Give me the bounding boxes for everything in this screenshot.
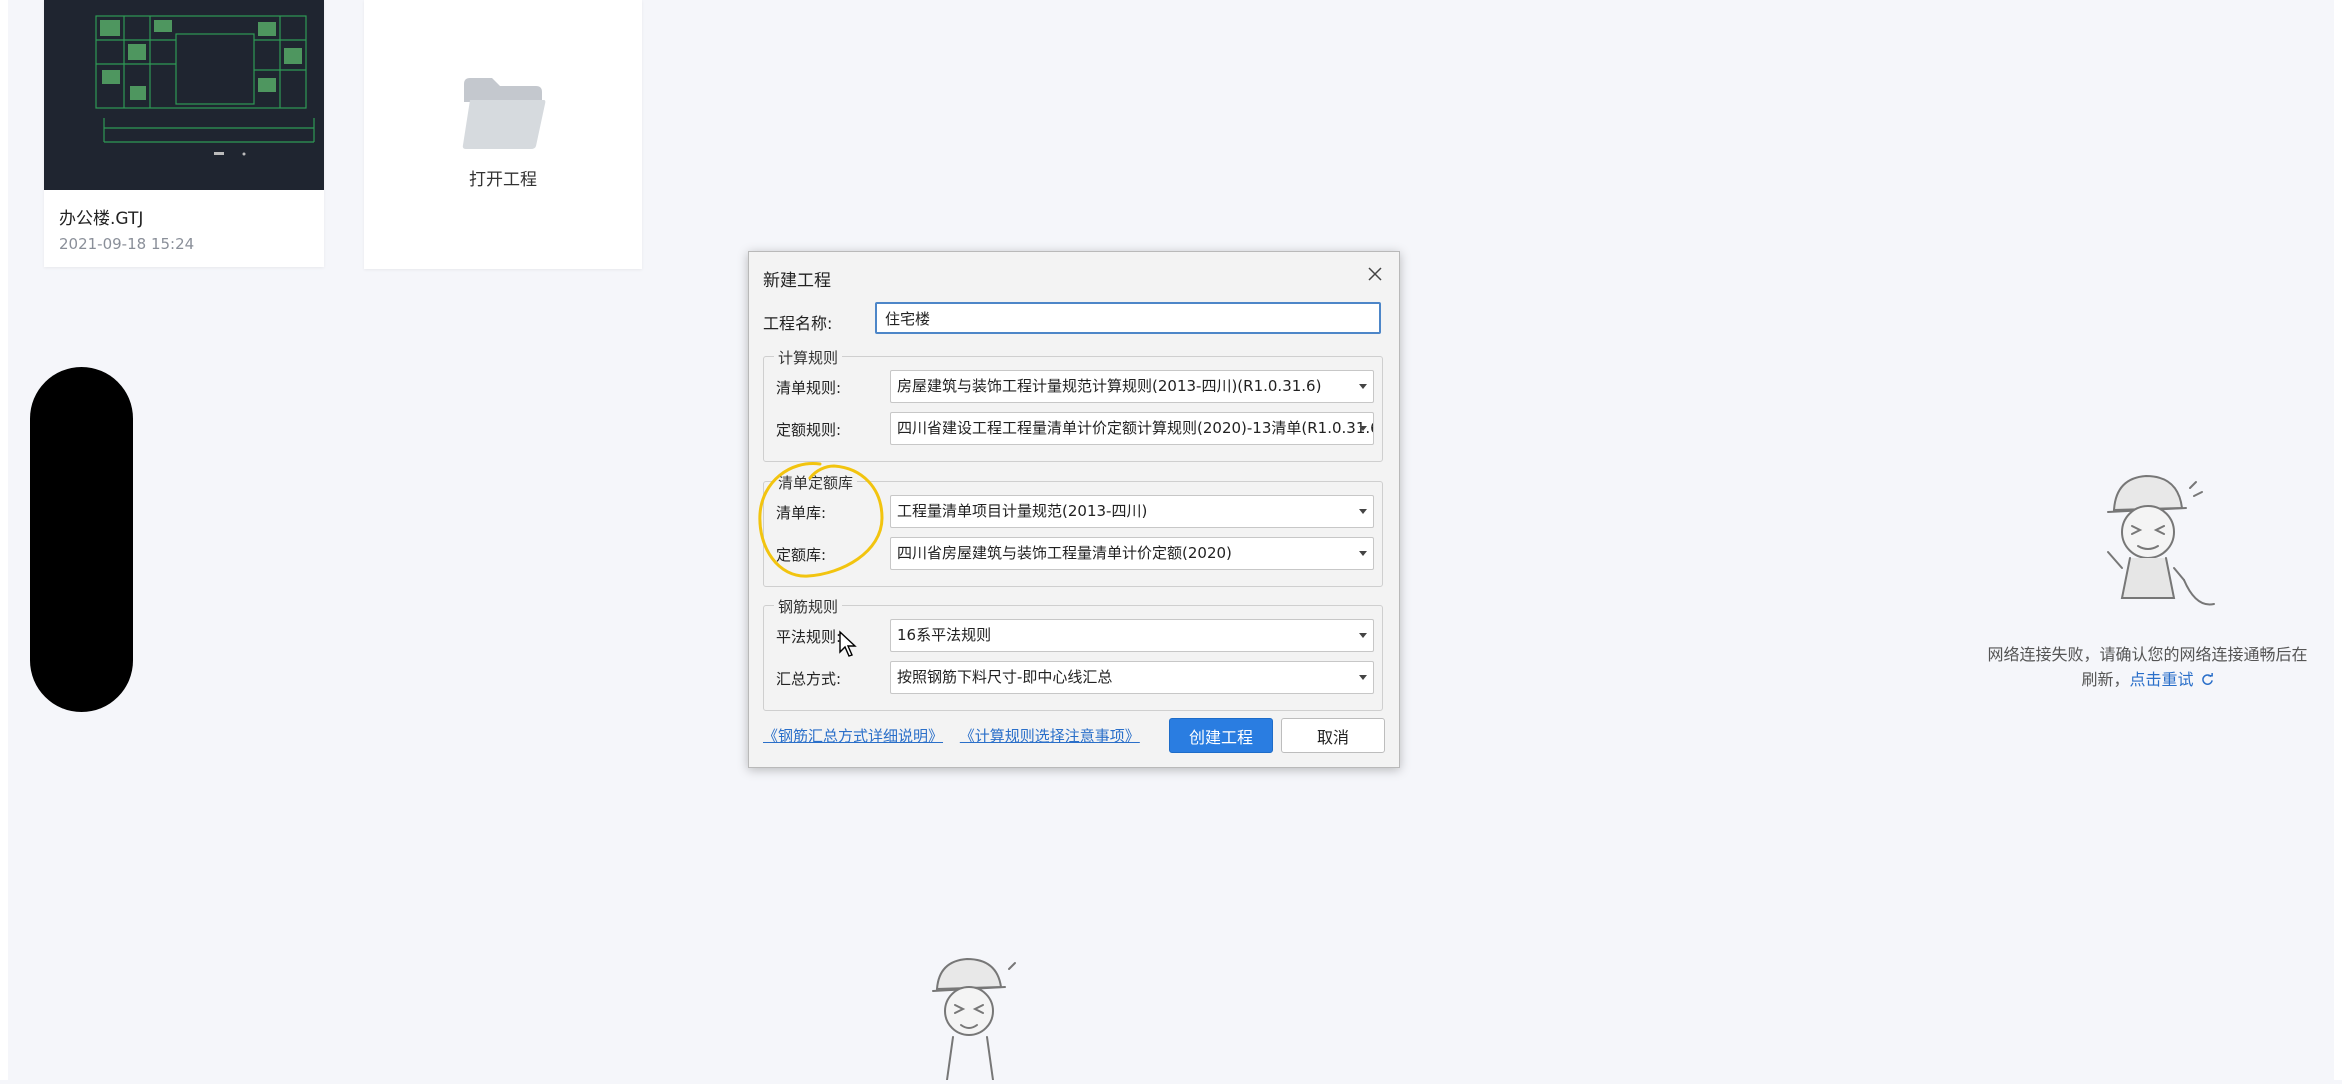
left-edge <box>0 0 8 1080</box>
bill-rule-label: 清单规则: <box>776 379 842 397</box>
refresh-icon <box>2201 673 2213 685</box>
open-project-card[interactable]: 打开工程 <box>364 0 642 269</box>
calc-rules-group: 计算规则 清单规则: 房屋建筑与装饰工程计量规范计算规则(2013-四川)(R1… <box>763 347 1383 462</box>
network-error-message: 网络连接失败，请确认您的网络连接通畅后在 刷新，点击重试 <box>1960 642 2335 692</box>
project-thumbnail <box>44 0 324 190</box>
retry-link[interactable]: 点击重试 <box>2129 670 2213 689</box>
retry-label: 点击重试 <box>2129 670 2194 689</box>
calc-rules-legend: 计算规则 <box>774 347 843 368</box>
bill-rule-value: 房屋建筑与装饰工程计量规范计算规则(2013-四川)(R1.0.31.6) <box>897 377 1322 395</box>
project-name: 办公楼.GTJ <box>59 209 144 229</box>
quota-library-value: 四川省房屋建筑与装饰工程量清单计价定额(2020) <box>897 544 1232 562</box>
open-project-label: 打开工程 <box>469 170 537 190</box>
project-name-input[interactable] <box>875 302 1381 334</box>
annotation-circle <box>750 452 890 596</box>
redacted-overlay <box>30 367 133 712</box>
calc-rule-notes-link[interactable]: 《计算规则选择注意事项》 <box>960 727 1140 745</box>
close-icon[interactable] <box>1361 260 1389 288</box>
help-links: 《钢筋汇总方式详细说明》 《计算规则选择注意事项》 <box>763 725 1152 746</box>
mouse-cursor-icon <box>838 630 858 662</box>
chevron-down-icon <box>1359 426 1367 431</box>
network-error-line1: 网络连接失败，请确认您的网络连接通畅后在 <box>1987 645 2308 664</box>
chevron-down-icon <box>1359 384 1367 389</box>
right-edge <box>2334 0 2342 1080</box>
bill-rule-select[interactable]: 房屋建筑与装饰工程计量规范计算规则(2013-四川)(R1.0.31.6) <box>890 370 1374 403</box>
cancel-button[interactable]: 取消 <box>1281 718 1385 753</box>
pingfa-rule-value: 16系平法规则 <box>897 626 992 644</box>
network-error-line2: 刷新，点击重试 <box>1960 667 2335 692</box>
rebar-rules-legend: 钢筋规则 <box>774 596 843 617</box>
rebar-summary-help-link[interactable]: 《钢筋汇总方式详细说明》 <box>763 727 943 745</box>
chevron-down-icon <box>1359 509 1367 514</box>
quota-library-select[interactable]: 四川省房屋建筑与装饰工程量清单计价定额(2020) <box>890 537 1374 570</box>
network-error-refresh-text: 刷新， <box>2081 670 2130 689</box>
folder-icon <box>460 76 546 154</box>
pingfa-rule-label: 平法规则: <box>776 628 842 646</box>
summary-mode-value: 按照钢筋下料尺寸-即中心线汇总 <box>897 668 1113 686</box>
dialog-title: 新建工程 <box>763 271 831 291</box>
recent-project-card[interactable]: 办公楼.GTJ 2021-09-18 15:24 <box>44 0 324 267</box>
project-date: 2021-09-18 15:24 <box>59 235 195 253</box>
chevron-down-icon <box>1359 633 1367 638</box>
chevron-down-icon <box>1359 551 1367 556</box>
mascot-illustration-bottom <box>925 955 1035 1084</box>
create-project-button[interactable]: 创建工程 <box>1169 718 1273 753</box>
bill-library-value: 工程量清单项目计量规范(2013-四川) <box>897 502 1148 520</box>
mascot-illustration <box>2086 468 2226 622</box>
quota-rule-select[interactable]: 四川省建设工程工程量清单计价定额计算规则(2020)-13清单(R1.0.31.… <box>890 412 1374 445</box>
quota-rule-label: 定额规则: <box>776 421 842 439</box>
summary-mode-label: 汇总方式: <box>776 670 842 688</box>
project-name-label: 工程名称: <box>763 314 833 333</box>
chevron-down-icon <box>1359 675 1367 680</box>
bill-library-select[interactable]: 工程量清单项目计量规范(2013-四川) <box>890 495 1374 528</box>
summary-mode-select[interactable]: 按照钢筋下料尺寸-即中心线汇总 <box>890 661 1374 694</box>
quota-rule-value: 四川省建设工程工程量清单计价定额计算规则(2020)-13清单(R1.0.31.… <box>897 419 1374 437</box>
pingfa-rule-select[interactable]: 16系平法规则 <box>890 619 1374 652</box>
